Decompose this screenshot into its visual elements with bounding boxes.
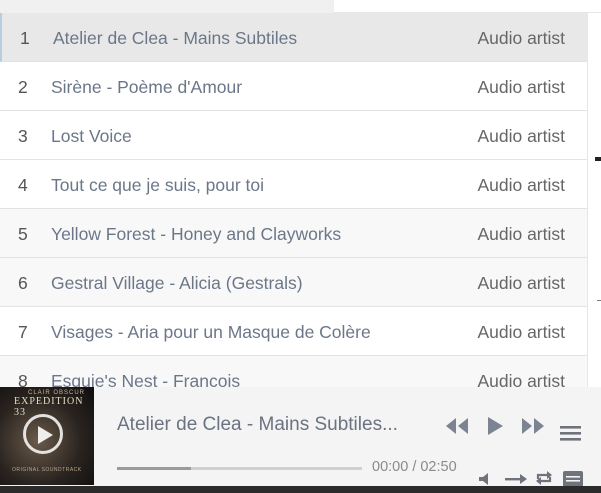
- track-artist: Audio artist: [477, 273, 565, 293]
- track-artist: Audio artist: [477, 28, 565, 48]
- volume-icon[interactable]: [478, 472, 494, 486]
- track-title: Visages - Aria pour un Masque de Colère: [51, 322, 371, 342]
- track-title: Gestral Village - Alicia (Gestrals): [51, 273, 303, 293]
- cover-play-icon[interactable]: [23, 414, 63, 454]
- menu-icon[interactable]: [560, 425, 581, 442]
- cover-footer: ORIGINAL SOUNDTRACK: [12, 467, 82, 473]
- track-artist: Audio artist: [477, 322, 565, 342]
- rewind-icon[interactable]: [444, 416, 470, 436]
- top-strip: [0, 0, 334, 13]
- track-title: Yellow Forest - Honey and Clayworks: [51, 224, 342, 244]
- track-row-2[interactable]: 2 Sirène - Poème d'Amour Audio artist: [0, 62, 587, 111]
- track-title: Tout ce que je suis, pour toi: [51, 175, 265, 195]
- track-artist: Audio artist: [477, 126, 565, 146]
- track-number: 2: [18, 77, 28, 97]
- shuffle-icon[interactable]: [505, 473, 527, 485]
- track-row-6[interactable]: 6 Gestral Village - Alicia (Gestrals) Au…: [0, 258, 587, 307]
- track-artist: Audio artist: [477, 224, 565, 244]
- cover-title: EXPEDITION 33: [14, 396, 84, 418]
- track-row-1[interactable]: 1 Atelier de Clea - Mains Subtiles Audio…: [0, 13, 587, 62]
- track-number: 1: [20, 28, 30, 48]
- window-bottom-bar: [0, 486, 601, 493]
- track-title: Lost Voice: [51, 126, 132, 146]
- track-row-5[interactable]: 5 Yellow Forest - Honey and Clayworks Au…: [0, 209, 587, 258]
- track-row-8[interactable]: 8 Esquie's Nest - Francois Audio artist: [0, 356, 587, 389]
- play-icon[interactable]: [486, 416, 504, 436]
- repeat-icon[interactable]: [535, 470, 553, 486]
- track-artist: Audio artist: [477, 175, 565, 195]
- track-number: 7: [18, 322, 28, 342]
- audio-player: CLAIR OBSCUR EXPEDITION 33 ORIGINAL SOUN…: [0, 387, 601, 487]
- now-playing-title: Atelier de Clea - Mains Subtiles...: [117, 414, 398, 435]
- progress-fill: [117, 467, 191, 470]
- scroll-marker: [595, 157, 601, 161]
- scrollbar[interactable]: [587, 13, 601, 389]
- playlist-icon[interactable]: [563, 471, 583, 487]
- track-row-4[interactable]: 4 Tout ce que je suis, pour toi Audio ar…: [0, 160, 587, 209]
- track-number: 6: [18, 273, 28, 293]
- progress-bar[interactable]: [117, 467, 362, 470]
- album-cover[interactable]: CLAIR OBSCUR EXPEDITION 33 ORIGINAL SOUN…: [0, 387, 94, 485]
- track-number: 3: [18, 126, 28, 146]
- track-row-3[interactable]: 3 Lost Voice Audio artist: [0, 111, 587, 160]
- track-number: 5: [18, 224, 28, 244]
- playlist: 1 Atelier de Clea - Mains Subtiles Audio…: [0, 13, 587, 389]
- track-number: 4: [18, 175, 28, 195]
- scroll-marker-small: [597, 300, 601, 301]
- track-title: Atelier de Clea - Mains Subtiles: [53, 28, 298, 48]
- track-artist: Audio artist: [477, 77, 565, 97]
- time-display: 00:00 / 02:50: [372, 459, 457, 475]
- fast-forward-icon[interactable]: [520, 416, 546, 436]
- track-title: Sirène - Poème d'Amour: [51, 77, 243, 97]
- track-row-7[interactable]: 7 Visages - Aria pour un Masque de Colèr…: [0, 307, 587, 356]
